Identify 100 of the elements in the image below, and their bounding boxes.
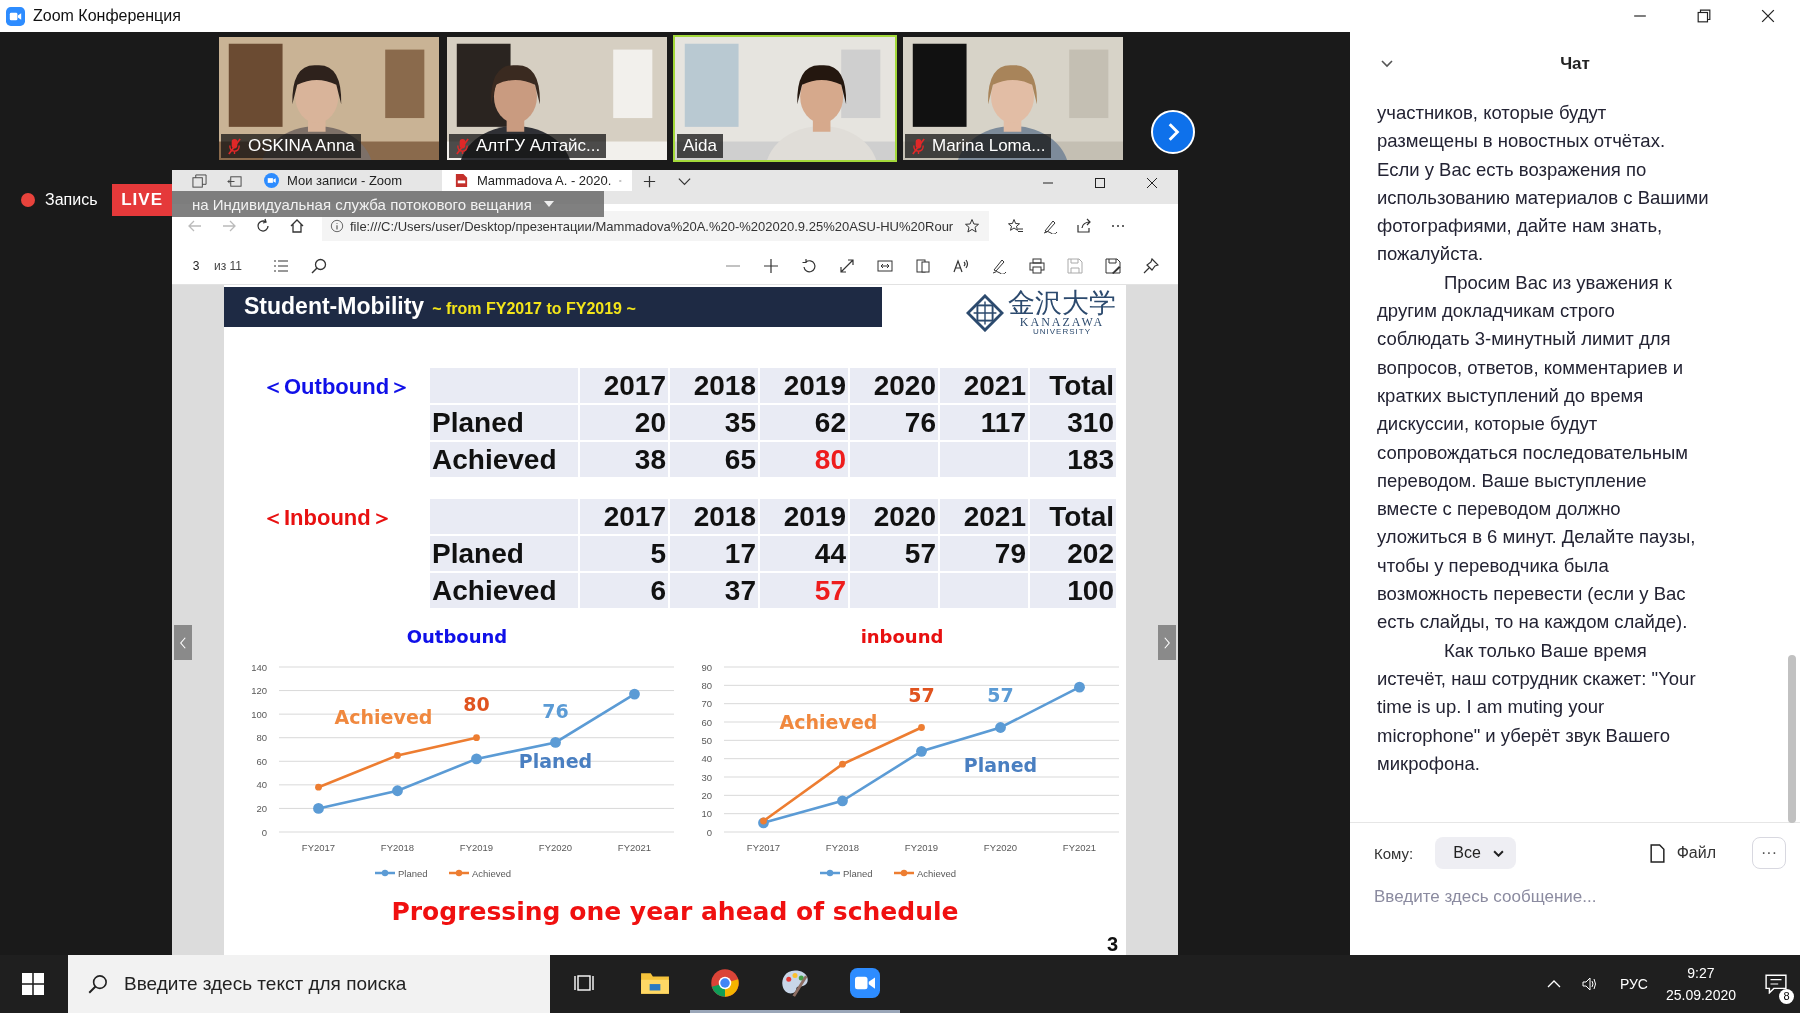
table-cell: 2020: [850, 499, 938, 534]
legend-label: Achieved: [917, 867, 957, 879]
axis-tick-label: 80: [701, 679, 712, 691]
axis-tick-label: FY2020: [538, 842, 573, 853]
clock[interactable]: 9:27 25.09.2020: [1665, 965, 1736, 1003]
axis-tick-label: 20: [256, 802, 267, 814]
table-cell: 2017: [580, 368, 668, 403]
table-cell: 57: [850, 536, 938, 571]
logo-subtitle: UNIVERSITY: [1033, 328, 1091, 336]
slide-page-number: 3: [1106, 933, 1118, 955]
chart-annotation: Planed: [963, 753, 1038, 776]
video-tile[interactable]: АлтГУ Алтайс...: [445, 35, 669, 162]
participant-name: АлтГУ Алтайс...: [476, 136, 601, 156]
axis-tick-label: 0: [706, 826, 712, 838]
axis-tick-label: FY2017: [746, 842, 781, 853]
table-cell: 2018: [670, 499, 758, 534]
live-badge: LIVE: [112, 184, 172, 216]
axis-tick-label: FY2020: [983, 842, 1018, 853]
chart-annotation: 57: [908, 683, 935, 706]
axis-tick-label: 100: [251, 708, 267, 720]
table-cell: 6: [580, 573, 668, 608]
section-label: ＜Inbound＞: [261, 504, 394, 532]
table-cell: 76: [850, 405, 938, 440]
table-cell: 17: [670, 536, 758, 571]
table-cell: 2017: [580, 499, 668, 534]
notification-count: 8: [1779, 989, 1794, 1004]
axis-tick-label: 80: [256, 732, 267, 744]
legend-label: Achieved: [472, 867, 512, 879]
notifications-button[interactable]: 8: [1752, 955, 1800, 1013]
table-cell: 5: [580, 536, 668, 571]
table-cell: 37: [670, 573, 758, 608]
streaming-banner[interactable]: на Индивидуальная служба потокового вещания: [172, 191, 604, 217]
table-cell: 100: [1030, 573, 1116, 608]
table-cell: 20: [580, 405, 668, 440]
axis-tick-label: 70: [701, 698, 712, 710]
chat-message: Просим Вас из уважения к другим докладчикам строго соблюдать 3-минутный лимит для вопросов, ответов, комментариев и кратких выступлений до время дискуссии, которые будут сопровождаться последовательным переводом. Ваше выступление вместе с переводом должно уложиться в 6 минут. Делайте паузы, чтобы у переводчика была возможность перевести (если у Вас есть слайды, то на каждом слайде).: [1377, 270, 1697, 635]
axis-tick-label: 60: [256, 755, 267, 767]
axis-tick-label: FY2018: [380, 842, 415, 853]
chat-title: Чат: [1560, 53, 1590, 74]
table-cell: Planed: [430, 536, 578, 571]
chat-message: Как только Ваше время истечёт, наш сотрудник скажет: "Your time is up. I am muting your microphone" и уберёт звук Вашего микрофона.: [1377, 638, 1697, 776]
browser-tab[interactable]: Mammadova A. - 2020.: [442, 170, 632, 191]
table-cell: 80: [760, 442, 848, 477]
more-button[interactable]: ···: [1752, 837, 1786, 869]
axis-tick-label: 0: [261, 826, 267, 838]
logo-kanji: 金沢大学: [1008, 289, 1116, 316]
chart-annotation: Achieved: [779, 711, 878, 734]
table-cell: 2021: [940, 368, 1028, 403]
chart-annotation: 57: [987, 683, 1014, 706]
logo-name: KANAZAWA: [1019, 316, 1105, 328]
chart-title: Outbound: [406, 626, 508, 647]
axis-tick-label: 40: [256, 779, 267, 791]
page-number-field[interactable]: 3: [182, 256, 210, 276]
axis-tick-label: 20: [701, 789, 712, 801]
axis-tick-label: FY2021: [617, 842, 652, 853]
axis-tick-label: 10: [701, 808, 712, 820]
table-cell: Total: [1030, 368, 1116, 403]
table-cell: 2020: [850, 368, 938, 403]
legend-label: Planed: [398, 867, 428, 879]
table-cell: 38: [580, 442, 668, 477]
video-tile[interactable]: Marina Loma...: [901, 35, 1125, 162]
recipient-label: Кому:: [1374, 844, 1414, 862]
slide-title: Student-Mobility: [244, 293, 425, 320]
recording-label: Запись: [45, 191, 98, 209]
table-cell: Achieved: [430, 442, 578, 477]
slide-subtitle: ~ from FY2017 to FY2019 ~: [432, 300, 636, 318]
file-button[interactable]: Файл: [1643, 842, 1722, 864]
table-cell: 62: [760, 405, 848, 440]
recipient-dropdown[interactable]: Все: [1435, 837, 1516, 869]
section-label: ＜Outbound＞: [261, 373, 413, 401]
video-tile[interactable]: OSKINA Anna: [217, 35, 441, 162]
legend-label: Planed: [843, 867, 873, 879]
axis-tick-label: 140: [251, 661, 267, 673]
participant-name: OSKINA Anna: [248, 136, 355, 156]
axis-tick-label: 120: [251, 685, 267, 697]
input-language[interactable]: РУС: [1619, 976, 1648, 992]
table-cell: 2019: [760, 368, 848, 403]
axis-tick-label: 90: [701, 661, 712, 673]
clock-time: 9:27: [1687, 965, 1715, 981]
axis-tick-label: FY2017: [301, 842, 336, 853]
axis-tick-label: FY2018: [825, 842, 860, 853]
table-cell: Achieved: [430, 573, 578, 608]
table-cell: 35: [670, 405, 758, 440]
participant-name: Marina Loma...: [932, 136, 1046, 156]
browser-tab[interactable]: Мои записи - Zoom: [252, 170, 442, 191]
taskbar-search-field[interactable]: Введите здесь текст для поиска: [68, 955, 550, 1013]
chat-message: участников, которые будут размещены в новостных отчётах. Если у Вас есть возражения по использованию материалов с Вашими фотографиями, дайте нам знать, пожалуйста.: [1377, 101, 1710, 267]
table-cell: 44: [760, 536, 848, 571]
axis-tick-label: FY2019: [904, 842, 939, 853]
table-cell: 2019: [760, 499, 848, 534]
video-tile[interactable]: Aida: [673, 35, 897, 162]
axis-tick-label: FY2019: [459, 842, 494, 853]
table-cell: 310: [1030, 405, 1116, 440]
chart-annotation: 76: [542, 699, 569, 722]
table-cell: 2018: [670, 368, 758, 403]
window-title: Zoom Конференция: [33, 7, 181, 25]
table-cell: Total: [1030, 499, 1116, 534]
page-count: из 11: [214, 259, 242, 273]
table-cell: 79: [940, 536, 1028, 571]
axis-tick-label: 50: [701, 734, 712, 746]
